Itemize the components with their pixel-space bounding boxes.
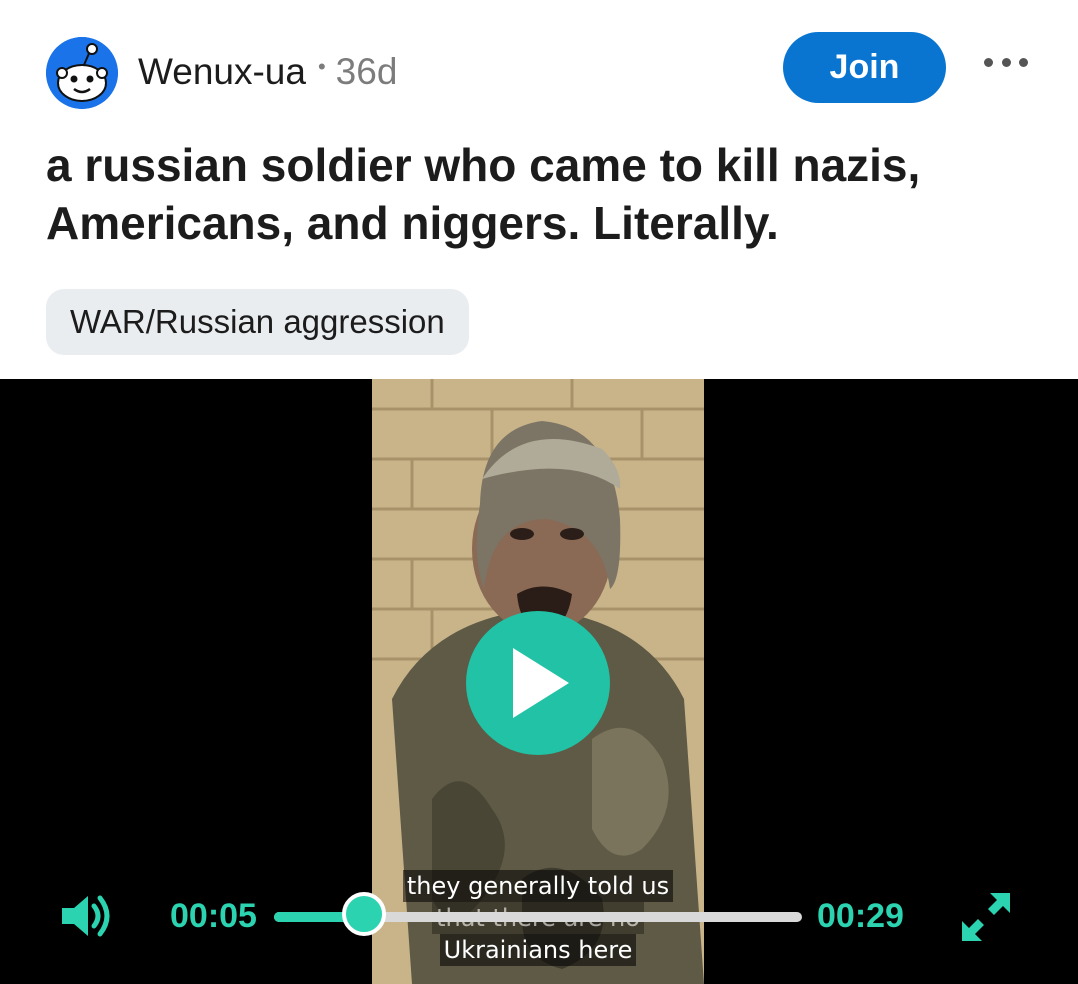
snoo-avatar-icon[interactable] — [46, 37, 118, 109]
post-meta: Wenux-ua • 36d — [138, 48, 397, 96]
subtitle-line: Ukrainians here — [439, 934, 637, 966]
more-options-icon[interactable] — [984, 48, 1028, 76]
play-icon — [513, 648, 569, 718]
meta-separator: • — [317, 54, 326, 79]
duration-time: 00:29 — [817, 897, 904, 935]
volume-icon[interactable] — [60, 892, 114, 940]
post-title[interactable]: a russian soldier who came to kill nazis… — [46, 136, 1046, 252]
dot-icon — [984, 57, 993, 67]
join-button[interactable]: Join — [783, 32, 946, 103]
dot-icon — [1019, 57, 1028, 67]
post-header: Wenux-ua • 36d Join — [0, 0, 1078, 130]
current-time: 00:05 — [170, 897, 257, 935]
seek-bar-handle[interactable] — [341, 892, 386, 936]
username-link[interactable]: Wenux-ua — [138, 51, 306, 93]
video-player[interactable]: they generally told us that there are no… — [0, 379, 1078, 984]
dot-icon — [1001, 57, 1011, 67]
fullscreen-expand-icon[interactable] — [960, 891, 1012, 943]
post-flair[interactable]: WAR/Russian aggression — [46, 289, 469, 355]
subtitle-line: they generally told us — [402, 870, 674, 902]
post-age: 36d — [335, 51, 398, 92]
play-button[interactable] — [466, 611, 610, 755]
